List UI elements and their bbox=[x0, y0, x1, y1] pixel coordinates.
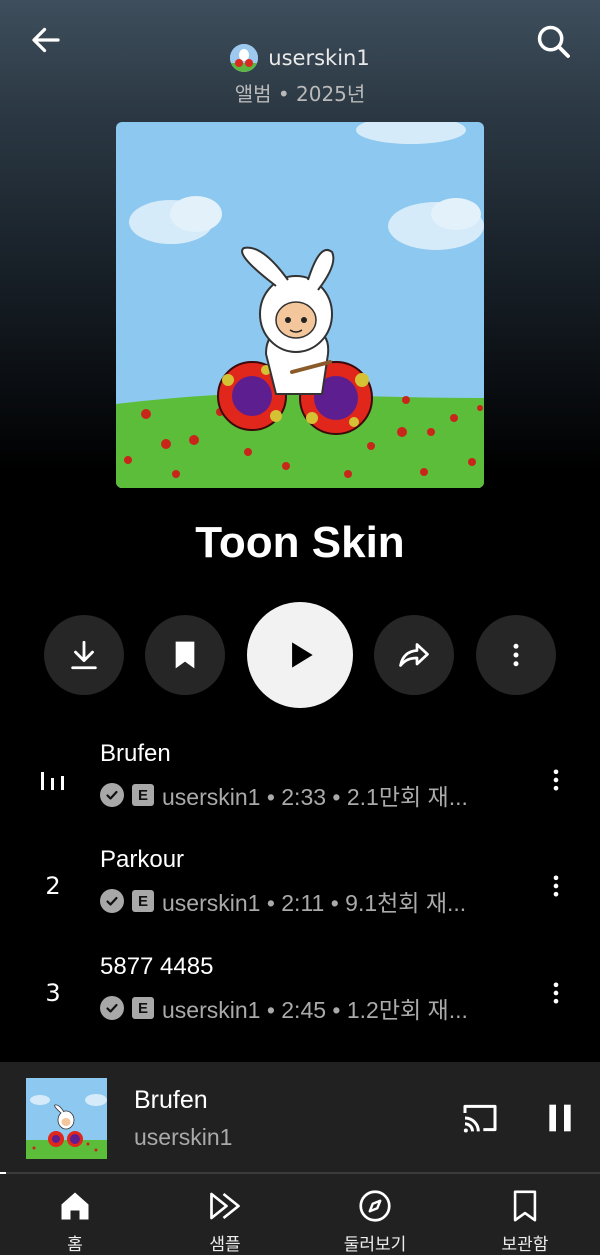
track-title: Parkour bbox=[100, 846, 185, 873]
track-number: 2 bbox=[45, 872, 61, 900]
nav-label: 보관함 bbox=[501, 1235, 549, 1255]
library-icon bbox=[505, 1186, 545, 1226]
more-vertical-icon bbox=[553, 769, 559, 791]
pause-icon bbox=[549, 1104, 571, 1132]
track-number: 3 bbox=[45, 979, 61, 1007]
cast-button[interactable] bbox=[458, 1096, 502, 1140]
share-button[interactable] bbox=[374, 615, 454, 695]
save-button[interactable] bbox=[145, 615, 225, 695]
play-icon bbox=[292, 642, 313, 668]
track-meta: userskin1 • 2:33 • 2.1만회 재... bbox=[162, 784, 468, 810]
track-row[interactable]: Brufen E userskin1 • 2:33 • 2.1만회 재... bbox=[0, 728, 600, 834]
bottom-navigation: 홈 샘플 둘러보기 보관함 bbox=[0, 1174, 600, 1255]
explicit-icon: E bbox=[132, 997, 154, 1019]
play-button[interactable] bbox=[247, 602, 353, 708]
explicit-icon: E bbox=[132, 784, 154, 806]
track-subtitle: E userskin1 • 2:11 • 9.1천회 재... bbox=[100, 884, 520, 918]
album-cover bbox=[116, 122, 484, 488]
more-vertical-icon bbox=[553, 982, 559, 1004]
nav-library[interactable]: 보관함 bbox=[450, 1174, 600, 1255]
track-more-button[interactable] bbox=[536, 963, 576, 1023]
mini-player-artwork bbox=[26, 1078, 107, 1159]
track-row[interactable]: 2 Parkour E userskin1 • 2:11 • 9.1천회 재..… bbox=[0, 834, 600, 940]
track-more-button[interactable] bbox=[536, 750, 576, 810]
verified-icon bbox=[100, 783, 124, 807]
download-button[interactable] bbox=[44, 615, 124, 695]
explicit-icon: E bbox=[132, 890, 154, 912]
share-icon bbox=[399, 643, 429, 667]
bookmark-icon bbox=[175, 641, 195, 669]
verified-icon bbox=[100, 996, 124, 1020]
mini-player-artist: userskin1 bbox=[134, 1124, 233, 1150]
mini-player-title: Brufen bbox=[134, 1086, 208, 1114]
avatar bbox=[230, 44, 259, 72]
track-title: Brufen bbox=[100, 740, 171, 767]
track-more-button[interactable] bbox=[536, 856, 576, 916]
track-row[interactable]: 3 5877 4485 E userskin1 • 2:45 • 1.2만회 재… bbox=[0, 941, 600, 1047]
equalizer-icon bbox=[41, 772, 64, 790]
nav-label: 둘러보기 bbox=[343, 1235, 407, 1255]
more-vertical-icon bbox=[553, 875, 559, 897]
samples-icon bbox=[205, 1186, 245, 1226]
cast-icon bbox=[463, 1104, 497, 1133]
album-meta: 앨범 • 2025년 bbox=[234, 82, 366, 106]
track-subtitle: E userskin1 • 2:33 • 2.1만회 재... bbox=[100, 778, 520, 812]
more-options-button[interactable] bbox=[476, 615, 556, 695]
nav-samples[interactable]: 샘플 bbox=[150, 1174, 300, 1255]
nav-explore[interactable]: 둘러보기 bbox=[300, 1174, 450, 1255]
home-icon bbox=[55, 1186, 95, 1226]
nav-label: 샘플 bbox=[209, 1235, 241, 1255]
more-vertical-icon bbox=[513, 643, 519, 667]
track-title: 5877 4485 bbox=[100, 953, 214, 980]
nav-home[interactable]: 홈 bbox=[0, 1174, 150, 1255]
download-icon bbox=[71, 640, 97, 670]
track-meta: userskin1 • 2:11 • 9.1천회 재... bbox=[162, 890, 467, 916]
pause-button[interactable] bbox=[538, 1096, 582, 1140]
verified-icon bbox=[100, 889, 124, 913]
track-meta: userskin1 • 2:45 • 1.2만회 재... bbox=[162, 997, 468, 1023]
now-playing-indicator bbox=[28, 750, 78, 810]
album-owner[interactable]: userskin1 bbox=[0, 44, 600, 72]
mini-player[interactable]: Brufen userskin1 bbox=[0, 1062, 600, 1174]
owner-name[interactable]: userskin1 bbox=[268, 46, 369, 70]
explore-icon bbox=[355, 1186, 395, 1226]
album-title: Toon Skin bbox=[195, 518, 405, 567]
track-subtitle: E userskin1 • 2:45 • 1.2만회 재... bbox=[100, 991, 520, 1025]
nav-label: 홈 bbox=[67, 1235, 83, 1255]
